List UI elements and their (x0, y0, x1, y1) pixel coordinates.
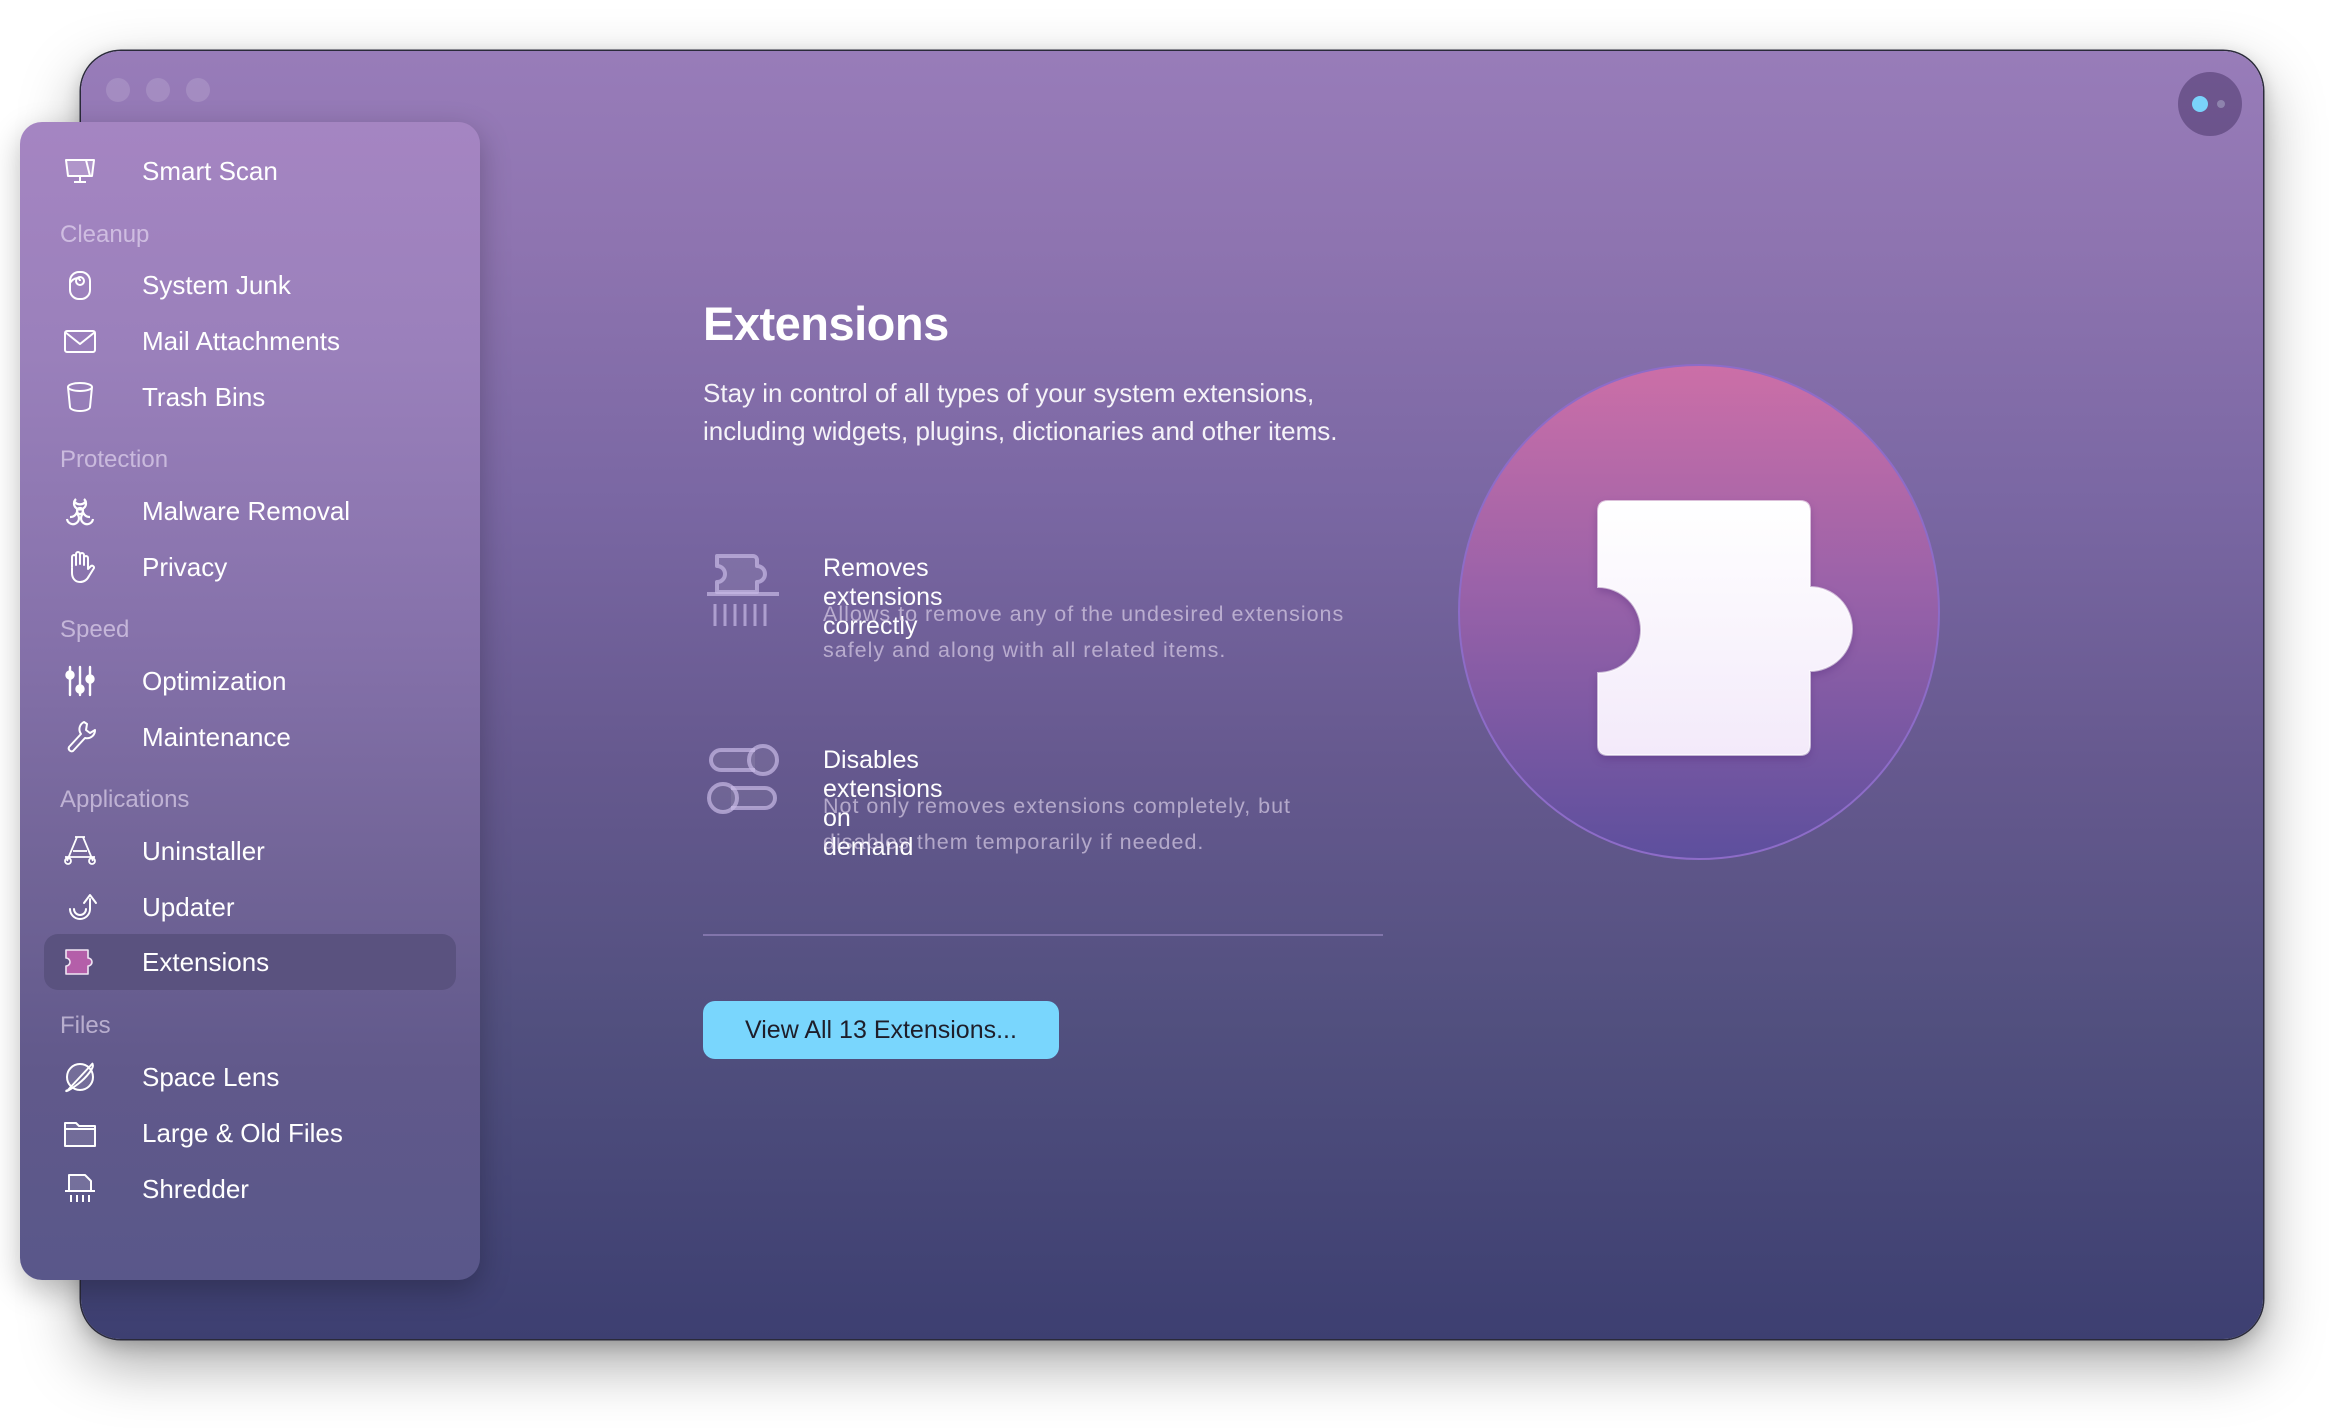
assistant-active-dot-icon (2192, 96, 2208, 112)
sidebar-item-malware-removal[interactable]: Malware Removal (44, 483, 456, 539)
sidebar-item-uninstaller[interactable]: Uninstaller (44, 823, 456, 879)
sidebar-item-updater[interactable]: Updater (44, 879, 456, 935)
monitor-icon (62, 153, 98, 189)
view-all-extensions-button[interactable]: View All 13 Extensions... (703, 1001, 1059, 1059)
planet-icon (62, 1059, 98, 1095)
update-arrow-icon (62, 889, 98, 925)
puzzle-icon (62, 944, 98, 980)
sidebar-item-extensions[interactable]: Extensions (44, 934, 456, 990)
sidebar-item-shredder[interactable]: Shredder (44, 1161, 456, 1217)
sidebar-section-speed: Speed (60, 616, 130, 643)
page-description: Stay in control of all types of your sys… (703, 378, 1338, 446)
sidebar-item-mail-attachments[interactable]: Mail Attachments (44, 313, 456, 369)
feature-description: Not only removes extensions completely, … (823, 794, 1292, 854)
puzzle-hero-icon (1458, 363, 1940, 861)
toggles-icon (705, 744, 781, 824)
junk-icon (62, 267, 98, 303)
sidebar-item-large-old-files[interactable]: Large & Old Files (44, 1105, 456, 1161)
sidebar-item-label: Trash Bins (142, 381, 266, 412)
shredder-icon (62, 1171, 98, 1207)
sidebar-item-trash-bins[interactable]: Trash Bins (44, 369, 456, 425)
sidebar-item-label: Shredder (142, 1173, 249, 1204)
folder-icon (62, 1115, 98, 1151)
sidebar-item-label: Updater (142, 891, 235, 922)
sidebar-item-label: Space Lens (142, 1061, 280, 1092)
envelope-icon (62, 323, 98, 359)
sidebar-item-space-lens[interactable]: Space Lens (44, 1049, 456, 1105)
sidebar-section-protection: Protection (60, 446, 169, 473)
uninstaller-icon (62, 833, 98, 869)
sidebar-section-files: Files (60, 1012, 111, 1039)
divider (703, 934, 1383, 936)
sidebar-item-label: Uninstaller (142, 835, 265, 866)
sidebar-item-label: Privacy (142, 551, 228, 582)
sidebar-nav: Smart Scan Cleanup System Junk Mail Atta… (20, 0, 480, 1428)
sidebar-item-label: Extensions (142, 946, 270, 977)
hand-icon (62, 549, 98, 585)
sidebar-item-label: Optimization (142, 665, 287, 696)
sidebar-item-label: System Junk (142, 269, 291, 300)
trash-icon (62, 379, 98, 415)
sidebar-item-label: Smart Scan (142, 155, 278, 186)
page-title: Extensions (703, 297, 949, 350)
wrench-icon (62, 719, 98, 755)
sidebar-item-label: Malware Removal (142, 495, 351, 526)
feature-description: Allows to remove any of the undesired ex… (823, 602, 1345, 662)
sidebar-item-smart-scan[interactable]: Smart Scan (44, 143, 456, 199)
sidebar-item-privacy[interactable]: Privacy (44, 539, 456, 595)
sidebar-section-applications: Applications (60, 786, 190, 813)
sidebar-item-label: Maintenance (142, 721, 291, 752)
sidebar-item-label: Mail Attachments (142, 325, 340, 356)
sidebar-item-optimization[interactable]: Optimization (44, 653, 456, 709)
sliders-icon (62, 663, 98, 699)
sidebar-item-system-junk[interactable]: System Junk (44, 257, 456, 313)
assistant-inactive-dot-icon (2217, 100, 2225, 108)
sidebar-item-label: Large & Old Files (142, 1117, 343, 1148)
shredded-puzzle-icon (705, 552, 781, 632)
sidebar-section-cleanup: Cleanup (60, 221, 150, 248)
sidebar-item-maintenance[interactable]: Maintenance (44, 709, 456, 765)
biohazard-icon (62, 493, 98, 529)
assistant-button[interactable] (2178, 72, 2242, 136)
